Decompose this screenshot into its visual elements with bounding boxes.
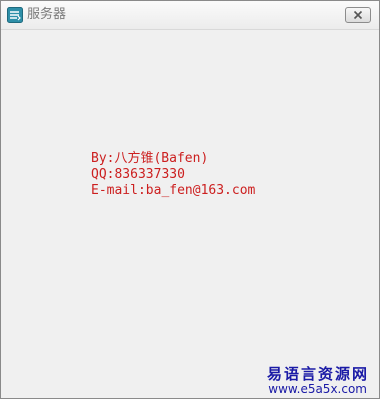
watermark-url: www.e5a5x.com (268, 382, 367, 396)
close-icon (353, 10, 363, 20)
qq-text: QQ:836337330 (91, 167, 185, 182)
close-button[interactable] (345, 7, 371, 23)
window-title: 服务器 (27, 7, 67, 22)
title-bar[interactable]: 服务器 (1, 1, 379, 30)
app-logo-icon (7, 7, 23, 23)
client-area: By:八方锥(Bafen) QQ:836337330 E-mail:ba_fen… (1, 30, 379, 398)
author-text: By:八方锥(Bafen) (91, 151, 209, 166)
email-text: E-mail:ba_fen@163.com (91, 183, 256, 198)
main-window: 服务器 By:八方锥(Bafen) QQ:836337330 E-mail:ba… (0, 0, 380, 399)
watermark-title: 易语言资源网 (266, 365, 369, 383)
